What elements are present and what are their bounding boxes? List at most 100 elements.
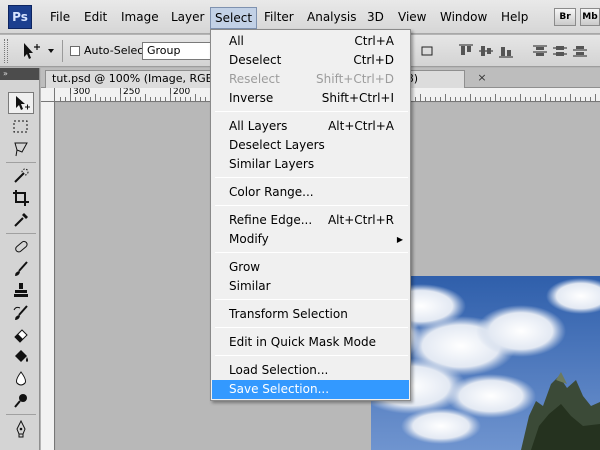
ruler-minor-tick: [125, 97, 126, 101]
eraser-tool[interactable]: [8, 324, 34, 346]
menu-layer[interactable]: Layer: [167, 8, 208, 28]
menu-item-color-range[interactable]: Color Range...: [212, 183, 409, 202]
lasso-tool-icon: [14, 142, 28, 157]
pen-tool[interactable]: [8, 418, 34, 440]
distribute-vertical-centers-icon[interactable]: [552, 43, 568, 59]
ruler-minor-tick: [65, 97, 66, 101]
ruler-minor-tick: [485, 97, 486, 101]
dodge-tool[interactable]: [8, 390, 34, 412]
menu-select[interactable]: Select: [210, 7, 258, 29]
menu-item-grow[interactable]: Grow: [212, 258, 409, 277]
photoshop-logo: Ps: [8, 5, 32, 29]
menu-separator: [215, 177, 408, 178]
marquee-tool[interactable]: [8, 116, 34, 138]
menu-item-shortcut: Alt+Ctrl+R: [327, 213, 394, 227]
ruler-minor-tick: [205, 97, 206, 101]
menu-item-deselect[interactable]: Deselect Ctrl+D: [212, 51, 409, 70]
tool-preset-picker[interactable]: [18, 41, 58, 61]
align-top-edges-icon[interactable]: [458, 43, 474, 59]
quick-selection-tool-icon: [14, 168, 29, 183]
blur-tool[interactable]: [8, 368, 34, 390]
menu-item-label: Deselect Layers: [229, 138, 325, 152]
vertical-ruler[interactable]: [41, 102, 55, 450]
collapse-panel-icon[interactable]: »: [3, 69, 8, 78]
menu-help[interactable]: Help: [497, 8, 532, 28]
menu-window[interactable]: Window: [436, 8, 491, 28]
ruler-minor-tick: [505, 97, 506, 101]
brush-tool[interactable]: [8, 258, 34, 280]
ruler-minor-tick: [105, 97, 106, 101]
menu-item-similar[interactable]: Similar: [212, 277, 409, 296]
ruler-minor-tick: [500, 97, 501, 101]
menu-analysis[interactable]: Analysis: [303, 8, 360, 28]
ruler-origin[interactable]: [41, 88, 55, 102]
menu-item-quick-mask[interactable]: Edit in Quick Mask Mode: [212, 333, 409, 352]
mini-bridge-button[interactable]: Mb: [580, 8, 600, 26]
menu-item-deselect-layers[interactable]: Deselect Layers: [212, 136, 409, 155]
options-bar-grip[interactable]: [4, 39, 8, 63]
paint-bucket-tool-icon: [15, 350, 28, 362]
menu-item-similar-layers[interactable]: Similar Layers: [212, 155, 409, 174]
ruler-minor-tick: [545, 94, 546, 101]
ruler-minor-tick: [165, 97, 166, 101]
menu-item-shortcut: Shift+Ctrl+I: [321, 91, 394, 105]
mini-bridge-label: Mb: [582, 12, 598, 22]
align-bottom-edges-icon[interactable]: [498, 43, 514, 59]
crop-tool[interactable]: [8, 187, 34, 209]
menu-file[interactable]: File: [46, 8, 74, 28]
ruler-minor-tick: [85, 97, 86, 101]
ruler-minor-tick: [535, 97, 536, 101]
menu-item-label: Color Range...: [229, 185, 314, 199]
auto-select-checkbox[interactable]: [70, 46, 80, 56]
auto-select-target-dropdown[interactable]: Group: [142, 42, 212, 60]
align-icon[interactable]: [420, 43, 436, 59]
menu-item-transform-selection[interactable]: Transform Selection: [212, 305, 409, 324]
tools-panel-header[interactable]: »: [0, 68, 39, 80]
ruler-minor-tick: [420, 94, 421, 101]
menu-edit[interactable]: Edit: [80, 8, 111, 28]
auto-select-target-value: Group: [147, 44, 181, 57]
menu-separator: [215, 355, 408, 356]
menu-item-inverse[interactable]: Inverse Shift+Ctrl+I: [212, 89, 409, 108]
ruler-minor-tick: [200, 97, 201, 101]
move-tool[interactable]: [8, 92, 34, 114]
distribute-top-icon[interactable]: [532, 43, 548, 59]
distribute-bottom-icon[interactable]: [572, 43, 588, 59]
menu-item-save-selection[interactable]: Save Selection...: [212, 380, 409, 399]
ruler-minor-tick: [175, 97, 176, 101]
menu-item-all-layers[interactable]: All Layers Alt+Ctrl+A: [212, 117, 409, 136]
menu-item-label: Refine Edge...: [229, 213, 313, 227]
rectangular-marquee-tool-icon: [13, 120, 28, 133]
paint-bucket-tool[interactable]: [8, 346, 34, 368]
quick-selection-tool[interactable]: [8, 165, 34, 187]
ruler-minor-tick: [90, 97, 91, 101]
eyedropper-tool[interactable]: [8, 209, 34, 231]
submenu-arrow-icon: ▶: [396, 235, 403, 244]
close-icon[interactable]: ×: [475, 70, 489, 86]
menu-image[interactable]: Image: [117, 8, 163, 28]
menu-item-modify[interactable]: Modify ▶: [212, 230, 409, 249]
lasso-tool[interactable]: [8, 138, 34, 160]
menu-item-all[interactable]: All Ctrl+A: [212, 32, 409, 51]
document-tab-title: tut.psd @ 100% (Image, RGB/8: [52, 72, 224, 85]
ruler-minor-tick: [450, 97, 451, 101]
menu-item-label: Transform Selection: [229, 307, 348, 321]
menu-item-load-selection[interactable]: Load Selection...: [212, 361, 409, 380]
ruler-minor-tick: [440, 97, 441, 101]
clone-stamp-tool-icon: [14, 283, 28, 297]
spot-healing-tool[interactable]: [8, 236, 34, 258]
menu-view[interactable]: View: [394, 8, 430, 28]
ruler-label: 250: [123, 88, 141, 97]
menu-item-refine-edge[interactable]: Refine Edge... Alt+Ctrl+R: [212, 211, 409, 230]
bridge-button[interactable]: Br: [554, 8, 576, 26]
history-brush-tool[interactable]: [8, 302, 34, 324]
menu-item-reselect: Reselect Shift+Ctrl+D: [212, 70, 409, 89]
align-vertical-centers-icon[interactable]: [478, 43, 494, 59]
menu-3d[interactable]: 3D: [363, 8, 388, 28]
ruler-minor-tick: [495, 94, 496, 101]
ruler-minor-tick: [550, 97, 551, 101]
menu-filter[interactable]: Filter: [260, 8, 298, 28]
ruler-minor-tick: [520, 94, 521, 101]
clone-stamp-tool[interactable]: [8, 280, 34, 302]
ruler-minor-tick: [585, 97, 586, 101]
